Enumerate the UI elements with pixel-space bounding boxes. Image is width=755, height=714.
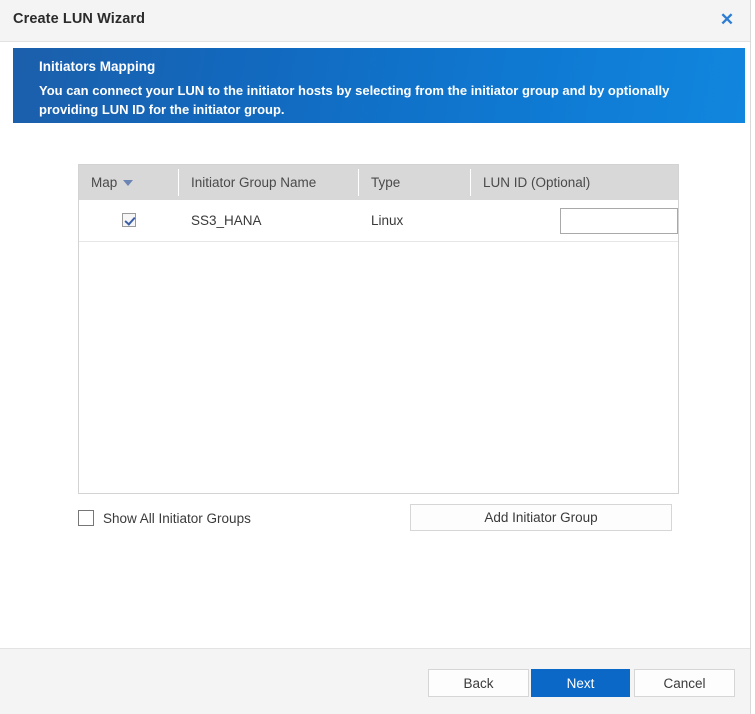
cancel-button[interactable]: Cancel	[634, 669, 735, 697]
dialog-title: Create LUN Wizard	[13, 11, 145, 27]
back-button[interactable]: Back	[428, 669, 529, 697]
window-right-frame	[750, 0, 755, 714]
column-header-lun-id-label: LUN ID (Optional)	[471, 175, 590, 190]
add-initiator-group-button[interactable]: Add Initiator Group	[410, 504, 672, 531]
column-header-type[interactable]: Type	[359, 165, 471, 200]
dialog-footer: Back Next Cancel	[0, 648, 750, 714]
column-header-type-label: Type	[359, 175, 400, 190]
next-button[interactable]: Next	[531, 669, 630, 697]
row-type: Linux	[359, 200, 471, 242]
column-header-initiator-group-name-label: Initiator Group Name	[179, 175, 316, 190]
table-header-row: Map Initiator Group Name Type LUN ID (Op…	[79, 165, 678, 200]
step-banner: Initiators Mapping You can connect your …	[13, 48, 745, 123]
close-icon[interactable]: ✕	[716, 9, 738, 31]
row-map-checkbox[interactable]	[122, 213, 136, 227]
row-lun-id-cell	[471, 200, 678, 242]
lun-id-input[interactable]	[560, 208, 678, 234]
row-initiator-group-name: SS3_HANA	[179, 200, 359, 242]
row-map-cell	[79, 200, 179, 242]
show-all-initiator-groups-checkbox[interactable]	[78, 510, 94, 526]
show-all-initiator-groups-label: Show All Initiator Groups	[103, 511, 251, 526]
show-all-initiator-groups-control[interactable]: Show All Initiator Groups	[78, 507, 251, 529]
initiator-groups-table: Map Initiator Group Name Type LUN ID (Op…	[78, 164, 679, 494]
table-row[interactable]: SS3_HANA Linux	[79, 200, 678, 242]
step-description: You can connect your LUN to the initiato…	[39, 81, 719, 119]
column-header-initiator-group-name[interactable]: Initiator Group Name	[179, 165, 359, 200]
column-header-lun-id[interactable]: LUN ID (Optional)	[471, 165, 678, 200]
dialog-title-bar: Create LUN Wizard ✕	[0, 0, 750, 42]
column-header-map-label: Map	[79, 175, 117, 190]
step-title: Initiators Mapping	[39, 59, 155, 74]
column-header-map[interactable]: Map	[79, 165, 179, 200]
create-lun-wizard-dialog: Create LUN Wizard ✕ Initiators Mapping Y…	[0, 0, 755, 714]
sort-descending-arrow-icon	[123, 180, 133, 186]
